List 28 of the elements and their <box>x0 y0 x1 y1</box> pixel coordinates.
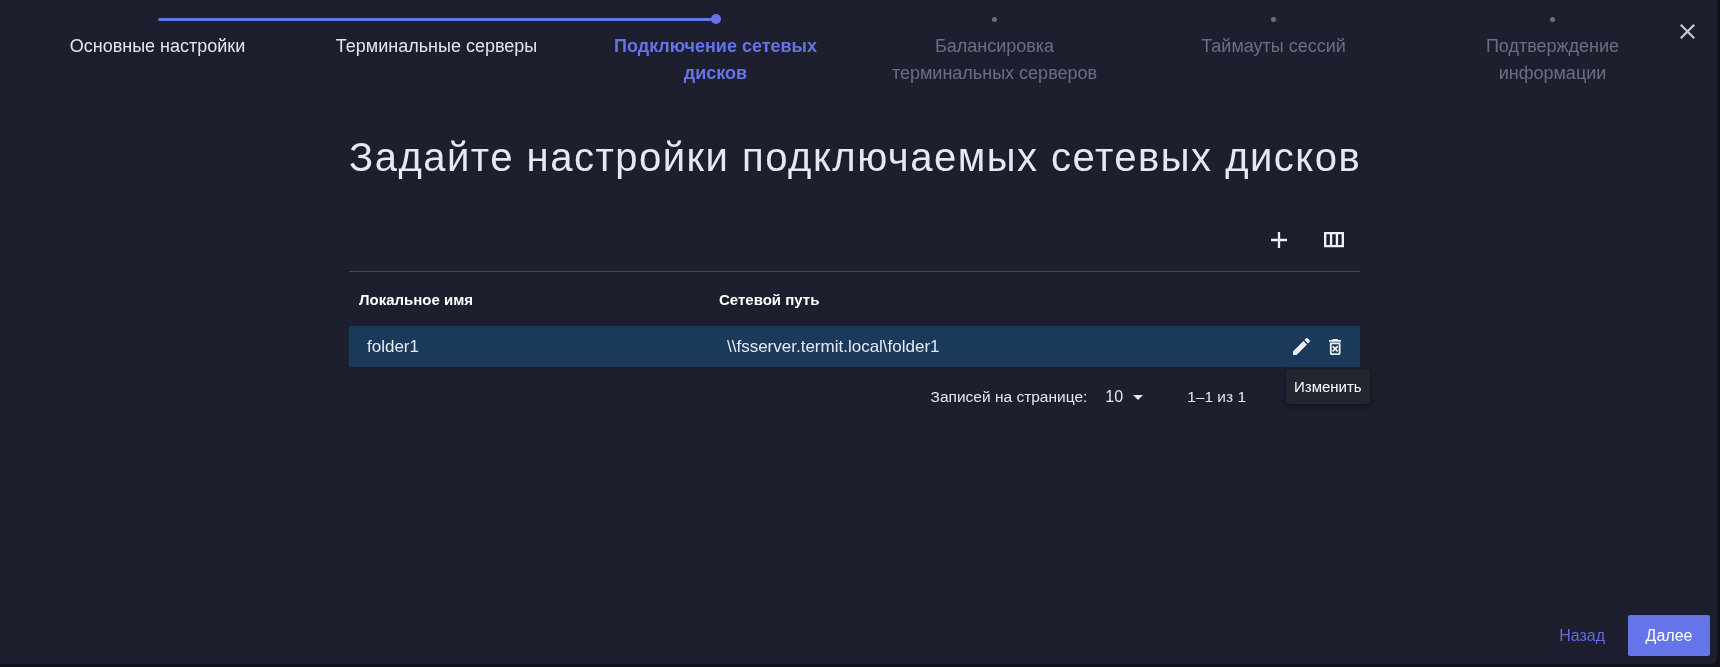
plus-icon <box>1271 232 1287 248</box>
step-dot-icon <box>992 16 997 22</box>
step-label: Терминальные серверы <box>335 35 538 58</box>
step-dot-icon <box>1271 16 1276 22</box>
back-link[interactable]: Назад <box>1547 615 1617 656</box>
rows-per-page-label: Записей на странице: <box>930 388 1088 406</box>
step-label: Основные настройки <box>69 35 246 58</box>
step-dot-icon <box>710 14 721 24</box>
columns-icon <box>1324 232 1344 248</box>
step-label: Подтверждение информации <box>1484 35 1621 85</box>
page-range-text: 1–1 из 1 <box>1187 388 1246 406</box>
table-cell: \\fsserver.termit.local\folder1 <box>727 336 940 357</box>
table-row[interactable]: folder1 \\fsserver.termit.local\folder1 <box>349 326 1360 367</box>
page-heading: Задайте настройки подключаемых сетевых дисков <box>349 134 1362 181</box>
table-cell: folder1 <box>367 336 419 357</box>
tooltip: Изменить <box>1286 369 1370 404</box>
step-label: Балансировка терминальных серверов <box>890 35 1099 85</box>
caret-icon <box>1133 394 1144 400</box>
step-label: Таймауты сессий <box>1201 35 1346 58</box>
next-button[interactable]: Далее <box>1628 615 1710 656</box>
rows-per-page-select[interactable]: 10 <box>1105 382 1144 412</box>
pencil-icon <box>1292 338 1310 355</box>
trash-icon <box>1328 338 1342 355</box>
step-label: Подключение сетевых дисков <box>613 35 818 85</box>
step-dot-icon <box>1550 16 1555 22</box>
close-icon <box>1679 23 1695 39</box>
column-header: Локальное имя <box>359 290 474 308</box>
column-header: Сетевой путь <box>719 290 820 308</box>
